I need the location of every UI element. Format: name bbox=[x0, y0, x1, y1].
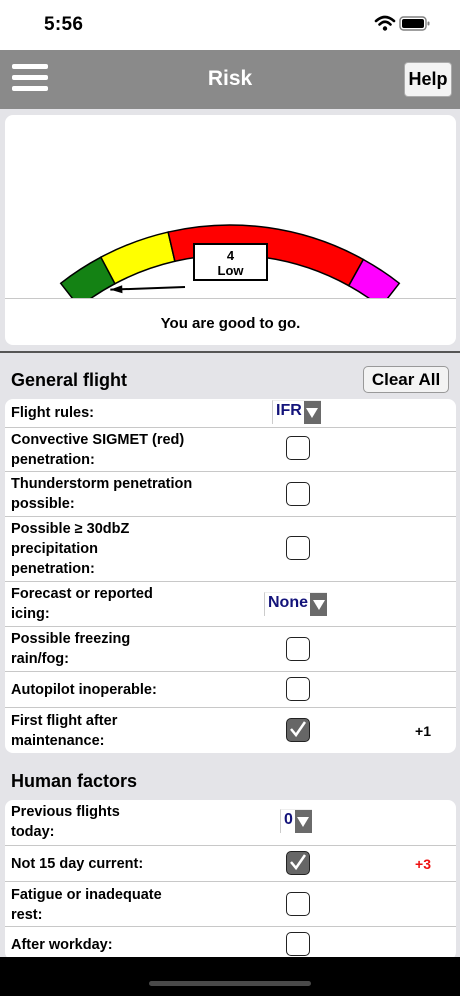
human-factors-table: Previous flights today: 0 Not 15 day cur… bbox=[5, 800, 456, 960]
risk-score-value: 4 bbox=[226, 248, 235, 263]
row-flight-rules: Flight rules: IFR bbox=[5, 399, 456, 427]
thunderstorm-checkbox[interactable] bbox=[286, 482, 310, 506]
page-title: Risk bbox=[207, 67, 253, 90]
row-after-workday: After workday: bbox=[5, 926, 456, 960]
row-label: After workday: bbox=[11, 937, 113, 953]
home-indicator bbox=[149, 981, 311, 986]
risk-score-box: 4 Low bbox=[193, 243, 268, 281]
row-label: Possible freezing rain/fog: bbox=[11, 631, 131, 667]
risk-score-level: Low bbox=[217, 263, 244, 278]
status-icons bbox=[374, 14, 434, 39]
flight-rules-select[interactable]: IFR bbox=[272, 400, 321, 424]
row-label: Previous flights today: bbox=[11, 804, 120, 840]
select-value: 0 bbox=[284, 811, 293, 828]
divider bbox=[5, 298, 456, 299]
row-label: Autopilot inoperable: bbox=[11, 682, 157, 698]
precipitation-checkbox[interactable] bbox=[286, 536, 310, 560]
row-label: Fatigue or inadequate rest: bbox=[11, 887, 162, 923]
first-flight-maintenance-checkbox[interactable] bbox=[286, 718, 310, 742]
gauge-needle-head bbox=[110, 285, 123, 294]
row-first-flight-maintenance: First flight after maintenance: +1 bbox=[5, 707, 456, 753]
score-badge: +3 bbox=[415, 856, 431, 872]
row-label: Not 15 day current: bbox=[11, 856, 144, 872]
wifi-icon bbox=[374, 15, 396, 31]
row-autopilot: Autopilot inoperable: bbox=[5, 671, 456, 707]
bottom-bar bbox=[0, 957, 460, 996]
section-title-human-factors: Human factors bbox=[11, 771, 138, 791]
convective-sigmet-checkbox[interactable] bbox=[286, 436, 310, 460]
after-workday-checkbox[interactable] bbox=[286, 932, 310, 956]
row-label: Thunderstorm penetration possible: bbox=[11, 476, 193, 512]
dropdown-arrow-icon bbox=[310, 593, 327, 616]
row-thunderstorm: Thunderstorm penetration possible: bbox=[5, 471, 456, 516]
score-badge: +1 bbox=[415, 723, 431, 739]
section-title-general-flight: General flight bbox=[11, 370, 128, 390]
nav-bar: Risk Help bbox=[0, 50, 460, 109]
checkmark-icon bbox=[290, 721, 307, 738]
row-precipitation: Possible ≥ 30dbZ precipitation penetrati… bbox=[5, 516, 456, 581]
freezing-rain-checkbox[interactable] bbox=[286, 637, 310, 661]
risk-gauge-card: 4 Low You are good to go. bbox=[5, 115, 456, 345]
select-value: None bbox=[268, 594, 308, 611]
status-time: 5:56 bbox=[44, 14, 84, 35]
row-not-15-day-current: Not 15 day current: +3 bbox=[5, 845, 456, 881]
dropdown-arrow-icon bbox=[294, 810, 312, 833]
gauge-segment-yellow bbox=[99, 231, 176, 285]
not-15-day-current-checkbox[interactable] bbox=[286, 851, 310, 875]
row-previous-flights: Previous flights today: 0 bbox=[5, 800, 456, 845]
row-label: Flight rules: bbox=[11, 405, 94, 421]
checkmark-icon bbox=[290, 854, 307, 871]
battery-icon bbox=[399, 16, 430, 31]
previous-flights-select[interactable]: 0 bbox=[280, 809, 312, 833]
icing-select[interactable]: None bbox=[264, 592, 327, 616]
row-convective-sigmet: Convective SIGMET (red) penetration: bbox=[5, 427, 456, 471]
row-fatigue: Fatigue or inadequate rest: bbox=[5, 881, 456, 926]
fatigue-checkbox[interactable] bbox=[286, 892, 310, 916]
status-bar: 5:56 bbox=[0, 0, 460, 50]
risk-message: You are good to go. bbox=[160, 315, 301, 332]
row-icing: Forecast or reported icing: None bbox=[5, 581, 456, 626]
row-label: First flight after maintenance: bbox=[11, 713, 118, 749]
select-value: IFR bbox=[276, 402, 302, 419]
row-label: Convective SIGMET (red) penetration: bbox=[11, 432, 185, 468]
dropdown-arrow-icon bbox=[303, 401, 321, 424]
autopilot-checkbox[interactable] bbox=[286, 677, 310, 701]
row-label: Forecast or reported icing: bbox=[11, 586, 153, 622]
general-flight-table: Flight rules: IFR Convective SIGMET (red… bbox=[5, 399, 456, 753]
help-button[interactable]: Help bbox=[404, 62, 452, 97]
row-freezing-rain: Possible freezing rain/fog: bbox=[5, 626, 456, 671]
row-label: Possible ≥ 30dbZ precipitation penetrati… bbox=[11, 521, 130, 577]
clear-all-button[interactable]: Clear All bbox=[363, 366, 449, 393]
section-divider bbox=[0, 351, 460, 353]
